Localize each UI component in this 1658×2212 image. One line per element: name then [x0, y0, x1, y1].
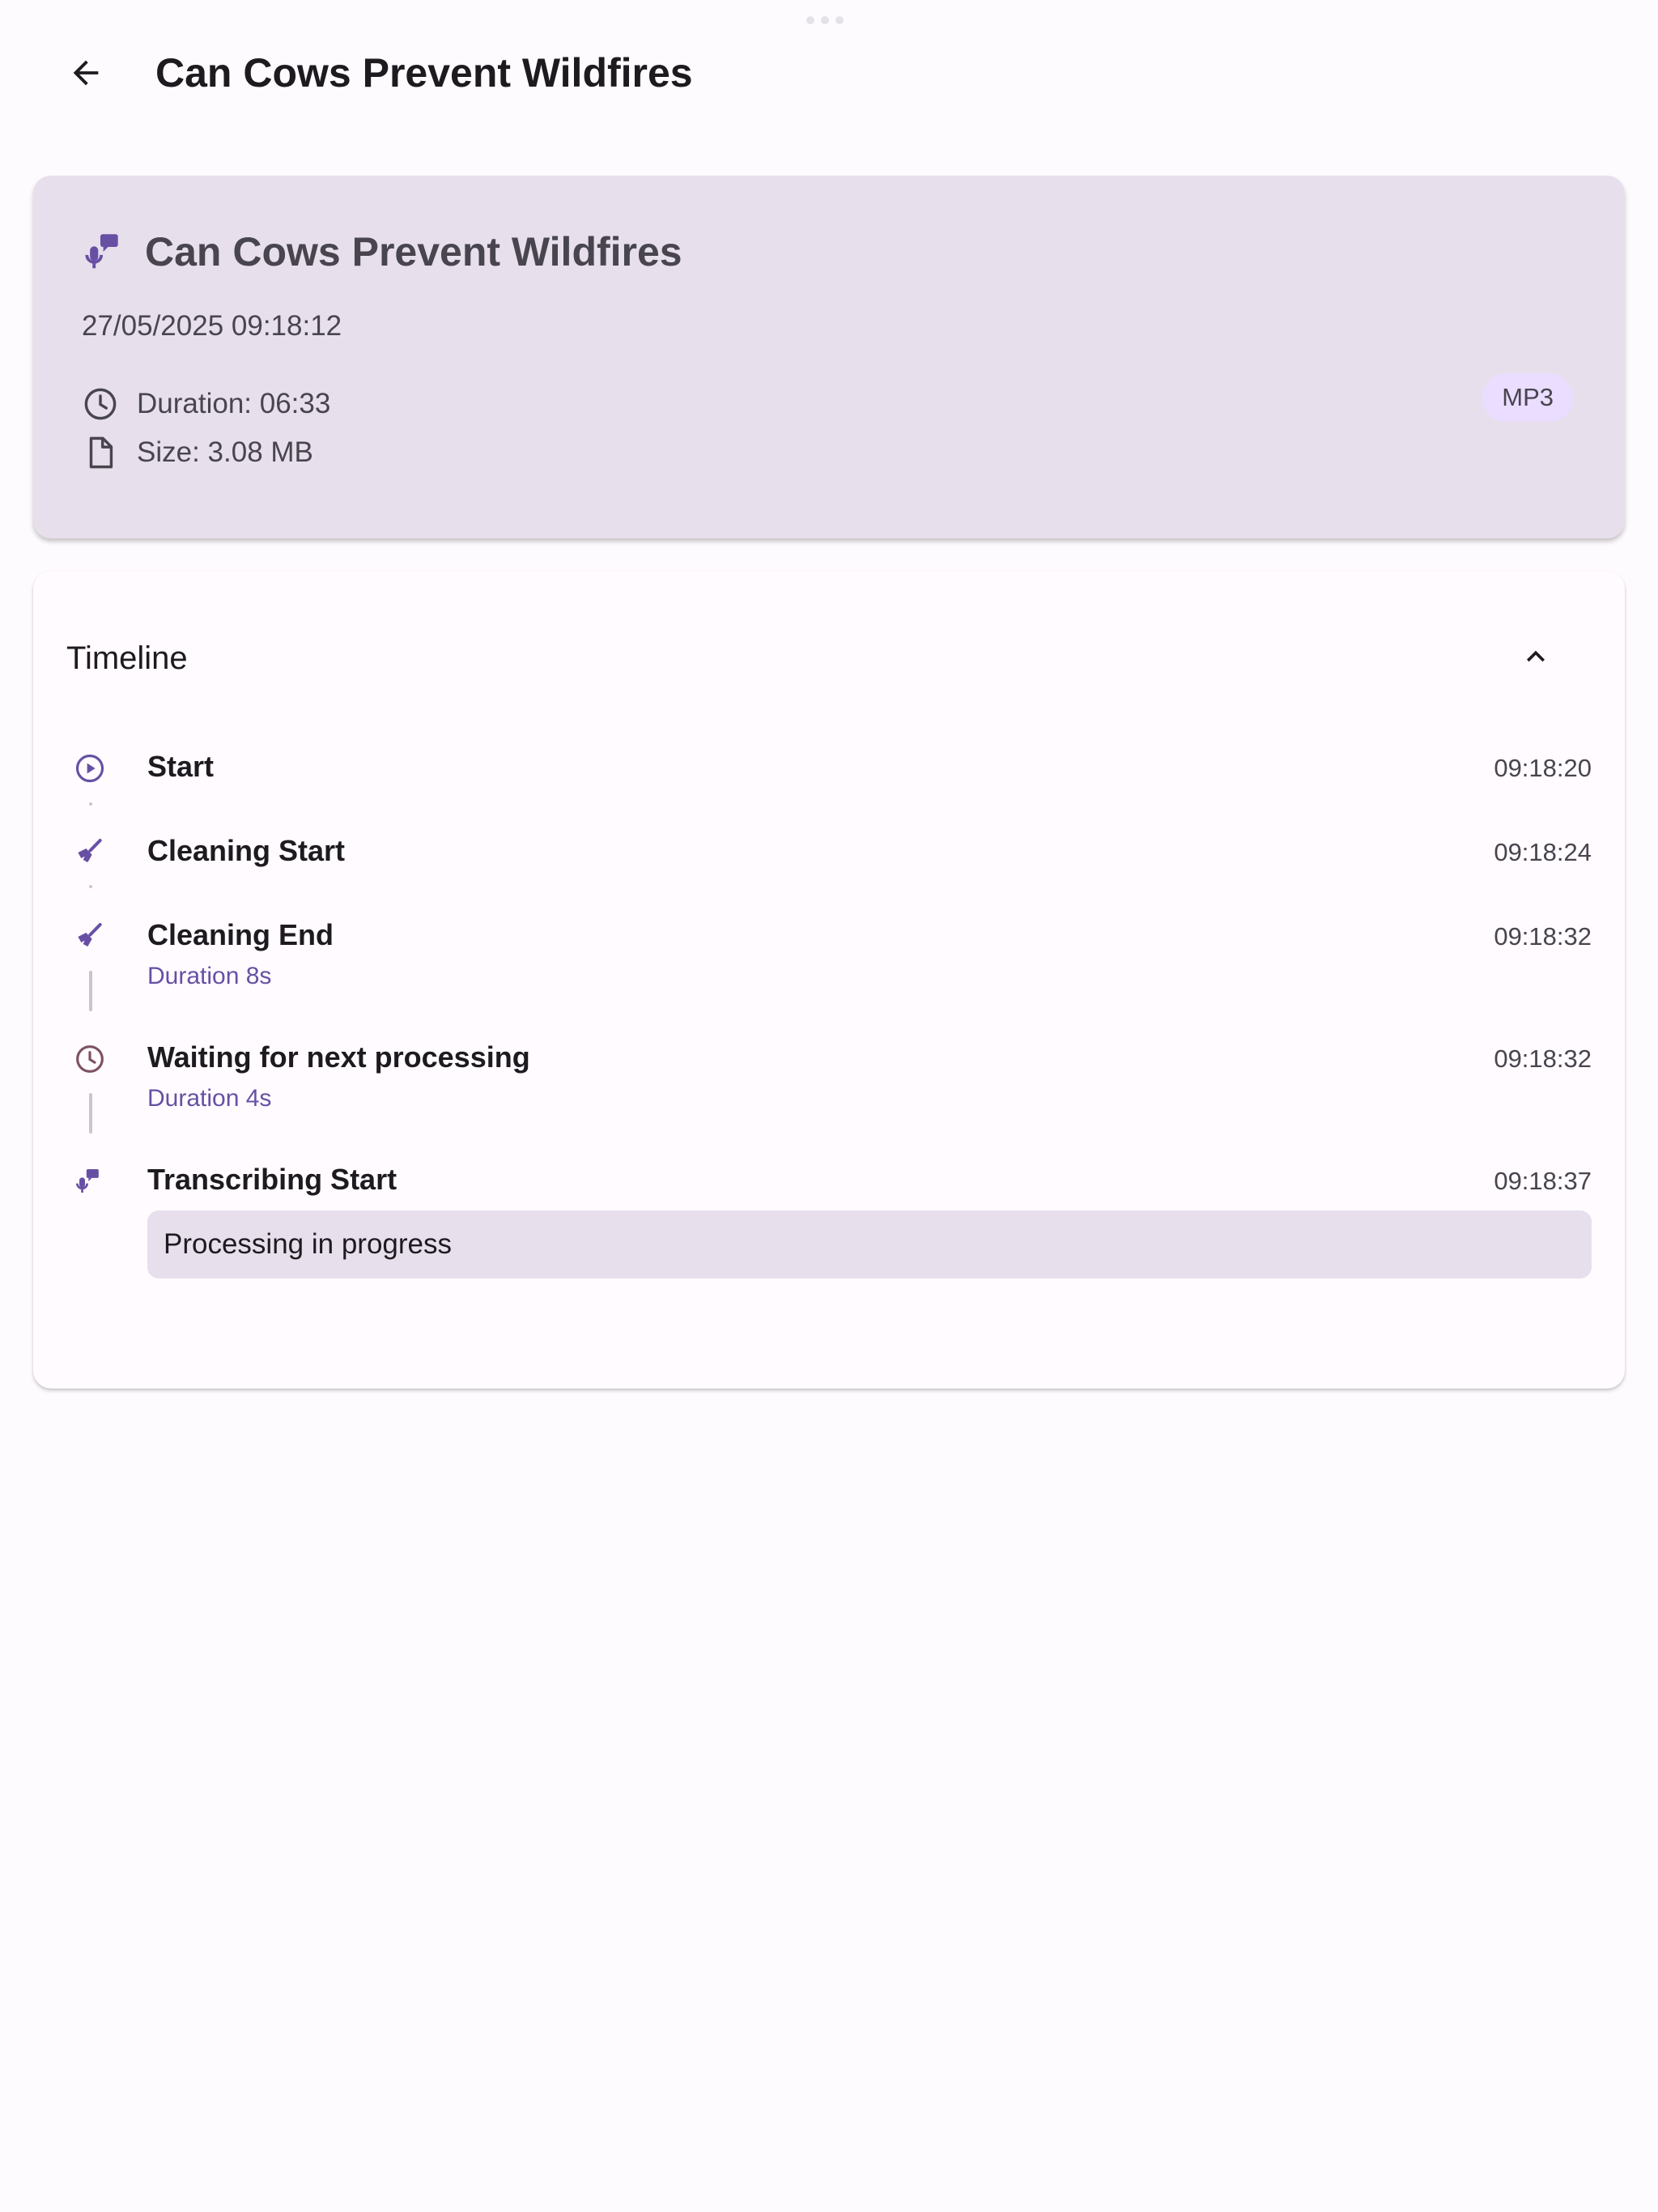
timeline-connector: [89, 885, 92, 888]
event-time: 09:18:32: [1494, 1044, 1592, 1073]
event-label: Start: [147, 750, 215, 783]
size-text: Size: 3.08 MB: [137, 436, 313, 468]
recording-datetime: 27/05/2025 09:18:12: [82, 310, 342, 342]
timeline-title: Timeline: [66, 640, 188, 676]
chevron-up-icon: [1527, 650, 1545, 662]
timeline-card: Timeline Start 09:18:20 Cleaning Start 0…: [33, 571, 1625, 1389]
clock-icon: [84, 388, 117, 420]
format-badge: MP3: [1482, 373, 1573, 422]
app-bar: Can Cows Prevent Wildfires: [0, 0, 1658, 146]
duration-text: Duration: 06:33: [137, 388, 331, 419]
play-circle-icon: [72, 751, 108, 786]
timeline-header[interactable]: Timeline: [33, 571, 1625, 741]
recording-title: Can Cows Prevent Wildfires: [145, 229, 682, 274]
timeline-connector: [89, 802, 92, 806]
clock-icon: [72, 1041, 108, 1077]
collapse-button[interactable]: [1511, 632, 1560, 681]
event-duration: Duration 4s: [147, 1085, 272, 1112]
duration-row: Duration: 06:33: [82, 385, 330, 423]
timeline-connector: [89, 971, 92, 1011]
processing-status: Processing in progress: [147, 1210, 1592, 1278]
transcribe-icon: [85, 234, 118, 269]
event-time: 09:18:37: [1494, 1167, 1592, 1195]
cleaning-icon: [72, 833, 108, 869]
event-duration: Duration 8s: [147, 963, 272, 989]
recording-info-card: Can Cows Prevent Wildfires 27/05/2025 09…: [33, 176, 1625, 538]
arrow-left-icon: [73, 60, 99, 86]
event-label: Transcribing Start: [147, 1163, 397, 1196]
page-title: Can Cows Prevent Wildfires: [155, 50, 693, 96]
file-icon: [89, 436, 113, 469]
timeline-connector: [89, 1093, 92, 1134]
event-label: Waiting for next processing: [147, 1040, 530, 1074]
event-label: Cleaning Start: [147, 834, 346, 867]
event-time: 09:18:32: [1494, 922, 1592, 951]
card-header: Can Cows Prevent Wildfires: [82, 226, 682, 278]
event-time: 09:18:24: [1494, 838, 1592, 866]
cleaning-icon: [72, 917, 108, 953]
back-button[interactable]: [52, 39, 120, 107]
event-time: 09:18:20: [1494, 754, 1592, 782]
size-row: Size: 3.08 MB: [82, 433, 313, 472]
event-label: Cleaning End: [147, 918, 334, 951]
transcribe-icon: [72, 1163, 108, 1199]
